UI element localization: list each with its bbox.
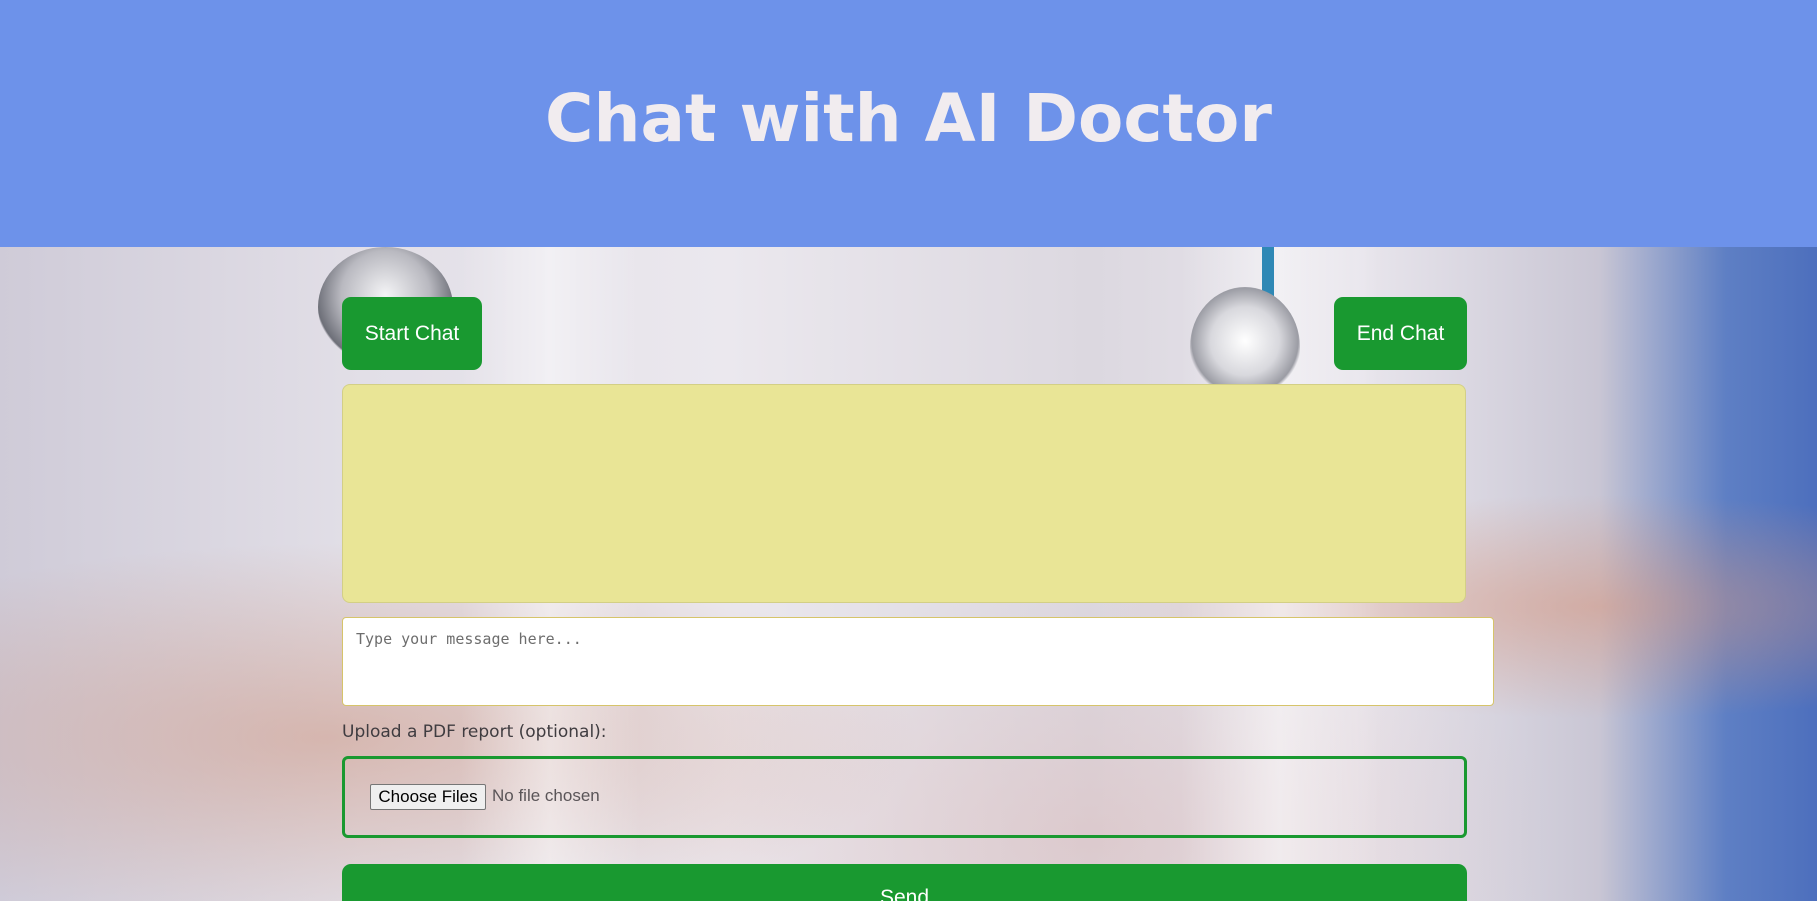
upload-label: Upload a PDF report (optional): [342,722,607,742]
end-chat-button[interactable]: End Chat [1334,297,1467,370]
send-button[interactable]: Send [342,864,1467,901]
choose-files-button[interactable]: Choose Files [370,784,486,810]
chat-messages-area [342,384,1466,603]
page-header: Chat with AI Doctor [0,0,1817,247]
message-input[interactable] [342,617,1494,706]
start-chat-button[interactable]: Start Chat [342,297,482,370]
page-title: Chat with AI Doctor [545,80,1272,157]
file-status-text: No file chosen [492,786,600,805]
page: Chat with AI Doctor Start Chat End Chat … [0,0,1817,901]
